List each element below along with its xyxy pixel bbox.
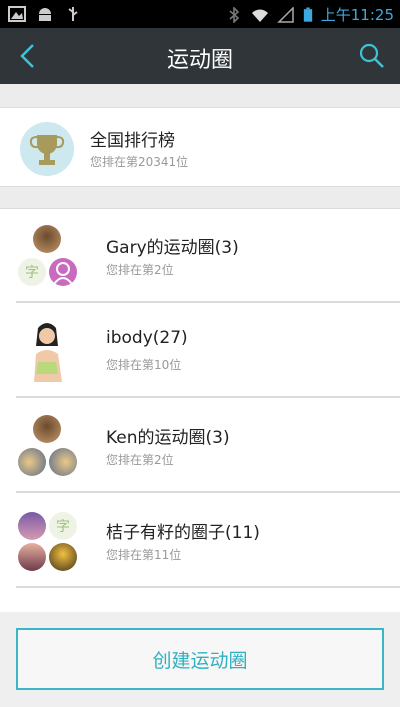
circle-rank: 您排在第2位	[106, 263, 174, 277]
group-avatar	[16, 320, 78, 382]
group-avatar: 字	[16, 225, 78, 287]
group-avatar: 字	[16, 510, 78, 572]
bluetooth-icon	[229, 6, 239, 23]
circle-name: ibody(27)	[106, 328, 188, 348]
usb-icon	[68, 7, 78, 21]
circle-name: Gary的运动圈(3)	[106, 238, 239, 258]
signal-icon	[276, 6, 294, 23]
avatar	[49, 543, 77, 571]
list-item[interactable]	[0, 589, 400, 612]
android-icon	[39, 8, 51, 21]
circle-rank: 您排在第2位	[106, 453, 174, 467]
divider	[16, 396, 400, 398]
trophy-icon	[20, 122, 74, 176]
avatar	[22, 320, 72, 382]
list-item[interactable]: 字 桔子有籽的圈子(11) 您排在第11位	[0, 494, 400, 588]
ranking-title: 全国排行榜	[90, 131, 175, 151]
group-avatar	[16, 415, 78, 477]
create-circle-button[interactable]: 创建运动圈	[16, 628, 384, 690]
avatar	[33, 415, 61, 443]
page-title: 运动圈	[166, 48, 233, 73]
avatar	[33, 225, 61, 253]
divider	[16, 586, 400, 588]
avatar	[18, 543, 46, 571]
ranking-position: 您排在第20341位	[90, 155, 189, 169]
avatar: 字	[49, 512, 77, 540]
image-icon	[8, 6, 26, 22]
group-avatar	[16, 605, 78, 612]
status-bar: 上午11:25	[0, 0, 400, 28]
avatar	[49, 448, 77, 476]
avatar	[18, 512, 46, 540]
avatar: 字	[18, 258, 46, 286]
divider	[16, 491, 400, 493]
national-ranking-item[interactable]: 全国排行榜 您排在第20341位	[0, 107, 400, 187]
list-item[interactable]: Ken的运动圈(3) 您排在第2位	[0, 399, 400, 493]
circle-rank: 您排在第10位	[106, 358, 182, 372]
circle-list: 字 Gary的运动圈(3) 您排在第2位 ibody(27) 您排在第10位 K…	[0, 208, 400, 612]
wifi-icon	[251, 9, 268, 22]
divider	[16, 301, 400, 303]
list-item[interactable]: 字 Gary的运动圈(3) 您排在第2位	[0, 209, 400, 303]
list-item[interactable]: ibody(27) 您排在第10位	[0, 304, 400, 398]
avatar	[49, 258, 77, 286]
circle-name: Ken的运动圈(3)	[106, 428, 230, 448]
search-icon[interactable]	[358, 42, 386, 70]
bottom-bar: 创建运动圈	[0, 612, 400, 707]
status-time: 上午11:25	[320, 6, 394, 24]
battery-icon	[303, 7, 312, 22]
circle-name: 桔子有籽的圈子(11)	[106, 523, 260, 543]
avatar	[18, 448, 46, 476]
app-header: 运动圈	[0, 28, 400, 84]
circle-rank: 您排在第11位	[106, 548, 182, 562]
